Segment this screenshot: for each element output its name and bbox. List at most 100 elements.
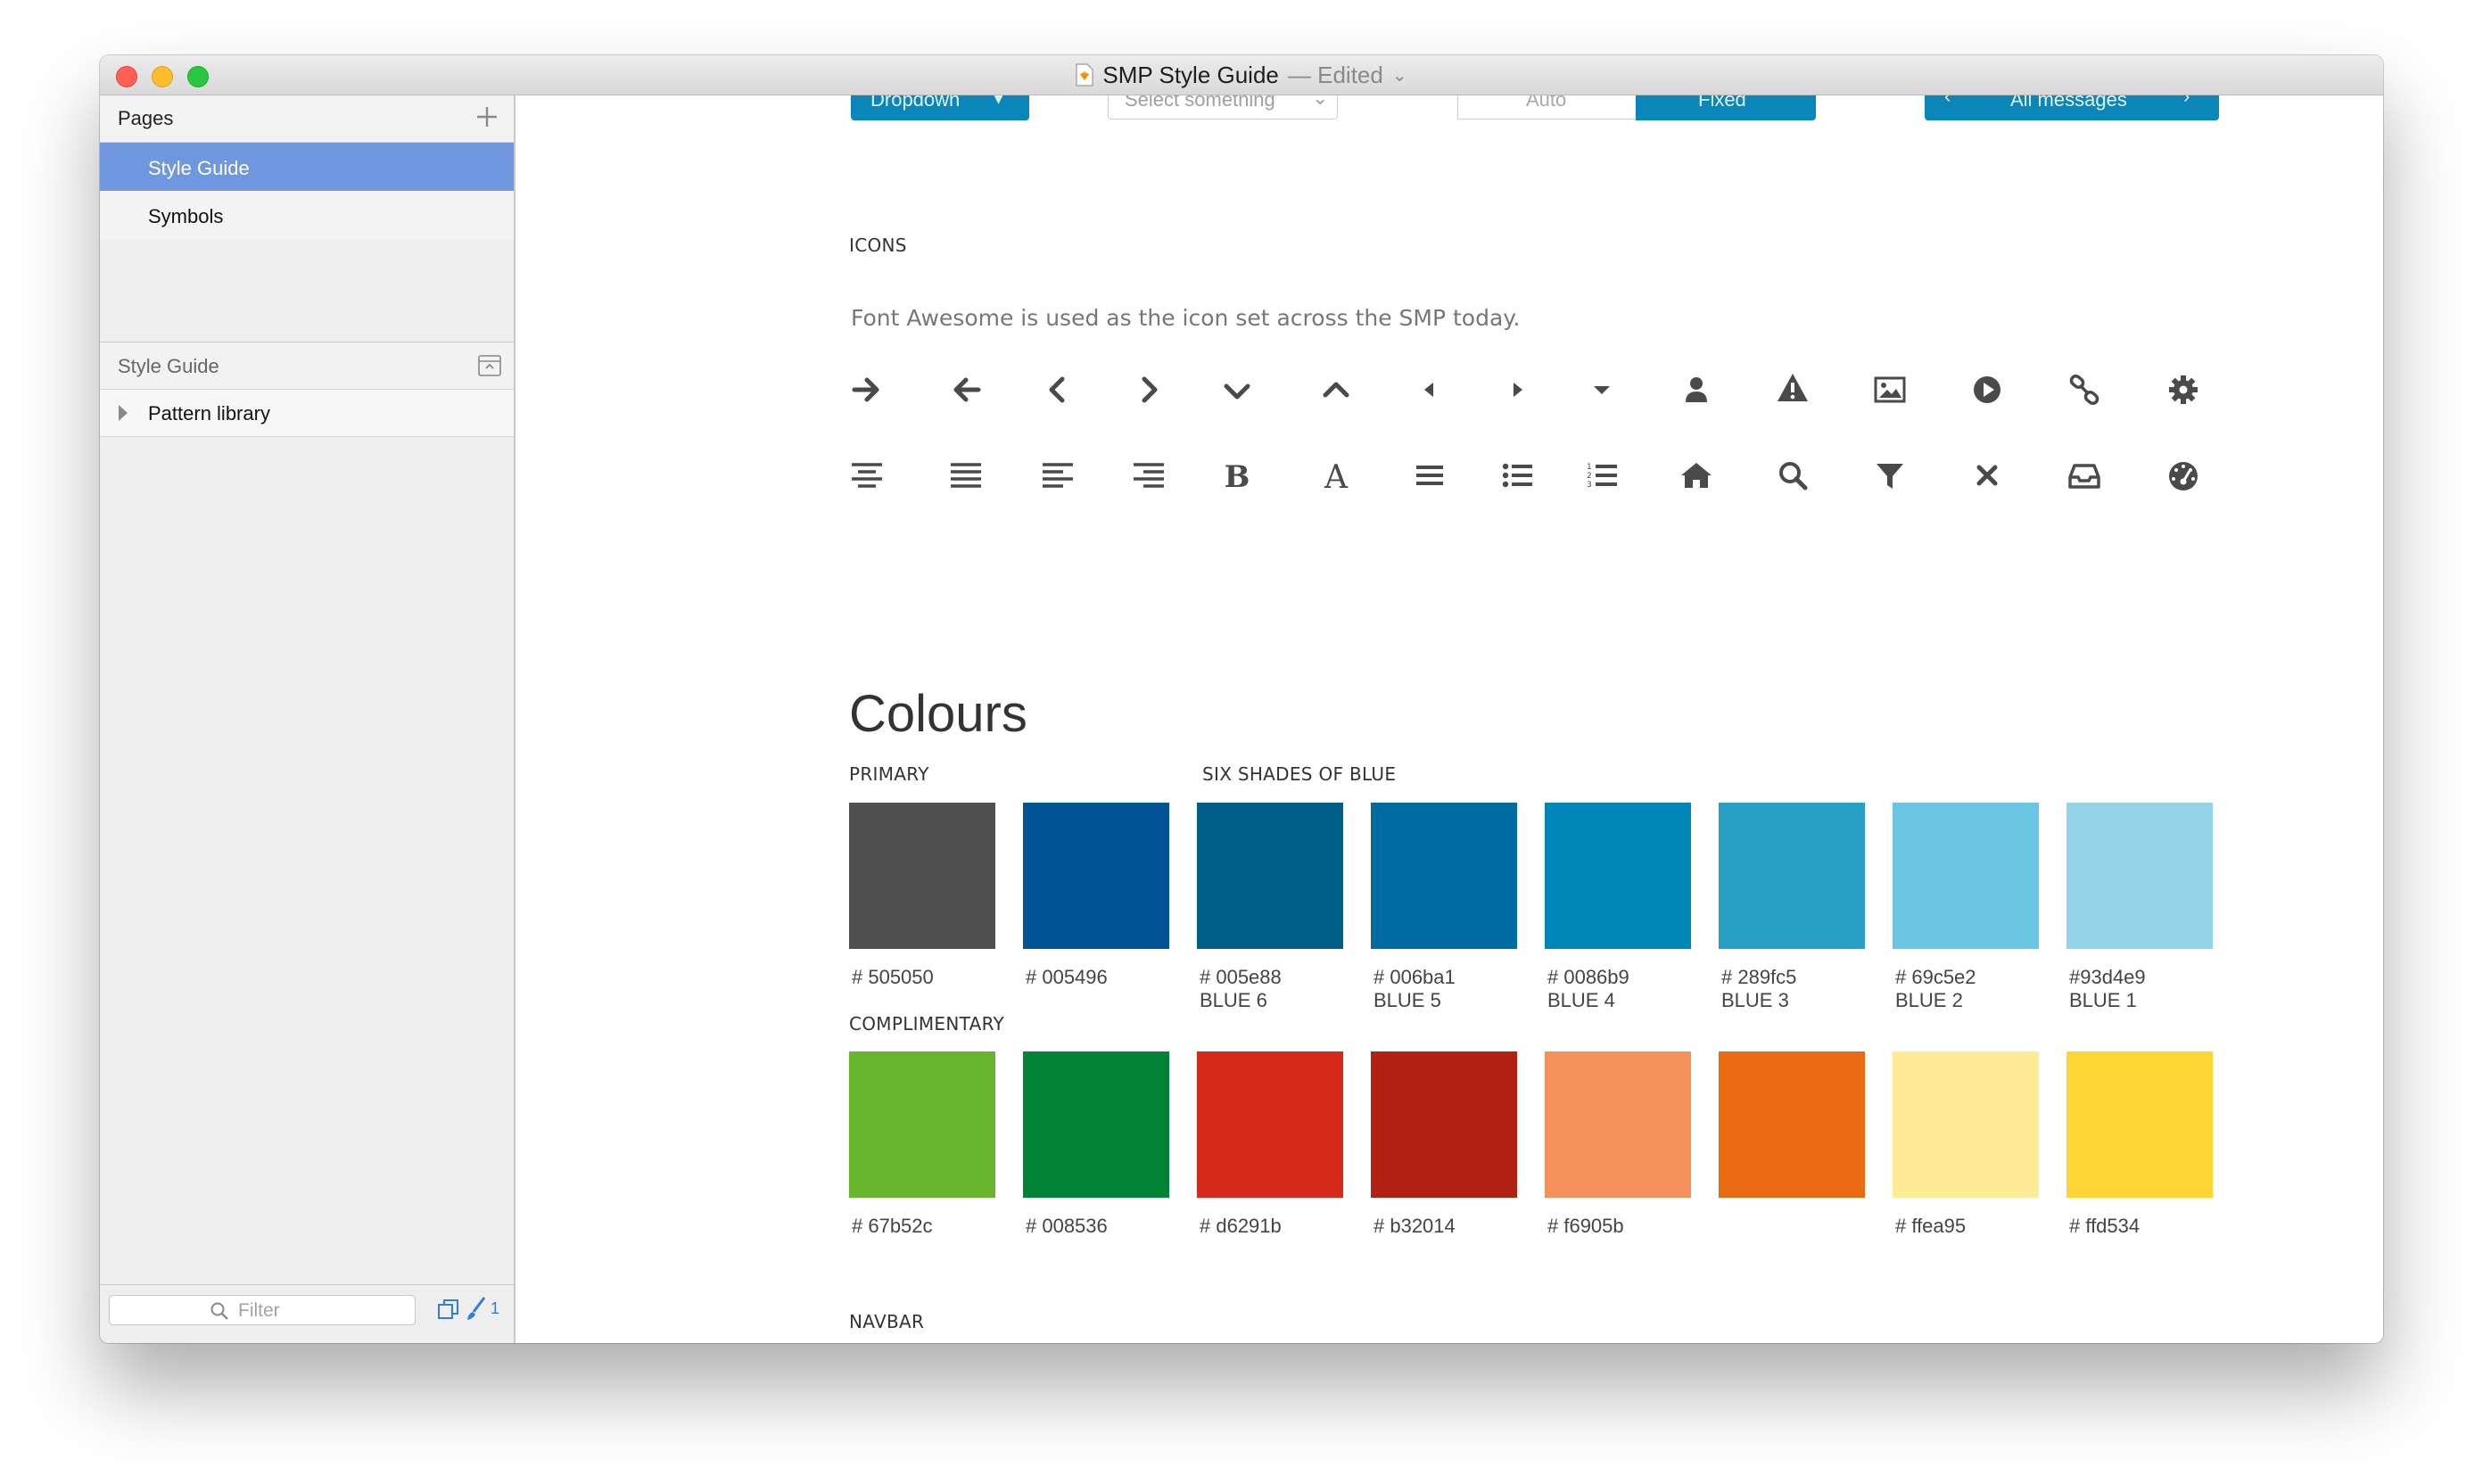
chevron-down-icon: ⌄ bbox=[1391, 65, 1407, 86]
color-swatch[interactable] bbox=[1371, 803, 1517, 949]
search-icon bbox=[210, 1302, 228, 1320]
align-left-icon bbox=[1040, 458, 1076, 493]
svg-text:A: A bbox=[1324, 459, 1349, 493]
color-swatch[interactable] bbox=[1545, 1051, 1691, 1198]
segment-auto-label: Auto bbox=[1526, 95, 1567, 111]
navbar-section-label: NAVBAR bbox=[849, 1311, 925, 1332]
color-swatch[interactable] bbox=[1893, 1051, 2039, 1198]
align-right-icon bbox=[1131, 458, 1167, 493]
swatch-hex-label: #93d4e9 bbox=[2069, 966, 2146, 988]
home-icon bbox=[1679, 458, 1714, 493]
select-field[interactable]: Select something ⌄ bbox=[1108, 95, 1338, 120]
copy-icon[interactable] bbox=[437, 1298, 460, 1321]
sketch-document-icon bbox=[1076, 63, 1093, 87]
disclosure-triangle-icon[interactable] bbox=[118, 404, 128, 422]
align-center-icon bbox=[849, 458, 885, 493]
swatch-hex-label: # 006ba1 bbox=[1373, 966, 1456, 988]
colours-heading: Colours bbox=[849, 685, 1027, 743]
color-swatch[interactable] bbox=[2066, 803, 2213, 949]
swatch-name-label: BLUE 2 bbox=[1895, 989, 1963, 1011]
color-swatch[interactable] bbox=[1197, 803, 1343, 949]
page-item-symbols[interactable]: Symbols bbox=[100, 191, 514, 239]
color-swatch[interactable] bbox=[849, 1051, 995, 1198]
list-ul-icon bbox=[1499, 458, 1535, 493]
chevron-down-icon: ⌄ bbox=[1312, 95, 1329, 109]
caret-left-icon bbox=[1412, 372, 1448, 408]
layers-title: Style Guide bbox=[118, 355, 219, 377]
message-pager[interactable]: ‹ All messages › bbox=[1925, 95, 2219, 120]
blue-shades-label: SIX SHADES OF BLUE bbox=[1202, 763, 1397, 785]
swatch-name-label: BLUE 6 bbox=[1200, 989, 1267, 1011]
filter-input[interactable]: Filter bbox=[109, 1295, 416, 1325]
caret-down-icon bbox=[1584, 372, 1620, 408]
layer-label: Pattern library bbox=[148, 402, 270, 425]
primary-label: PRIMARY bbox=[849, 763, 929, 785]
swatch-hex-label: # 69c5e2 bbox=[1895, 966, 1976, 988]
color-swatch[interactable] bbox=[849, 803, 995, 949]
plus-icon[interactable] bbox=[474, 104, 499, 129]
page-item-label: Style Guide bbox=[148, 157, 250, 179]
arrow-right-icon bbox=[849, 372, 885, 408]
pages-list-empty-area bbox=[100, 239, 514, 342]
complimentary-label: COMPLIMENTARY bbox=[849, 1013, 1004, 1035]
image-icon bbox=[1872, 372, 1908, 408]
svg-text:1: 1 bbox=[1587, 463, 1592, 472]
close-icon bbox=[1969, 458, 2005, 493]
icons-section-label: ICONS bbox=[849, 235, 907, 256]
swatch-hex-label: # d6291b bbox=[1200, 1215, 1282, 1237]
page-item-label: Symbols bbox=[148, 205, 224, 227]
swatch-hex-label: # 005e88 bbox=[1200, 966, 1282, 988]
swatch-hex-label: # f6905b bbox=[1547, 1215, 1624, 1237]
page-item-style-guide[interactable]: Style Guide bbox=[100, 143, 514, 191]
swatch-hex-label: # 0086b9 bbox=[1547, 966, 1629, 988]
dropdown-button[interactable]: Dropdown ▾ bbox=[851, 95, 1029, 120]
inbox-icon bbox=[2066, 458, 2102, 493]
user-icon bbox=[1679, 372, 1714, 408]
bars-icon bbox=[1412, 458, 1448, 493]
gear-icon bbox=[2165, 372, 2201, 408]
swatch-name-label: BLUE 5 bbox=[1373, 989, 1441, 1011]
sidebar: Pages Style Guide Symbols Style Guide Pa… bbox=[100, 95, 516, 1343]
color-swatch[interactable] bbox=[1371, 1051, 1517, 1198]
color-swatch[interactable] bbox=[1893, 803, 2039, 949]
color-swatch[interactable] bbox=[1023, 803, 1169, 949]
chevron-up-icon bbox=[1318, 372, 1354, 408]
swatch-name-label: BLUE 3 bbox=[1721, 989, 1789, 1011]
color-swatch[interactable] bbox=[1545, 803, 1691, 949]
color-swatch[interactable] bbox=[2066, 1051, 2213, 1198]
bold-icon: B bbox=[1219, 458, 1255, 493]
swatch-hex-label: # 008536 bbox=[1026, 1215, 1108, 1237]
layers-header: Style Guide bbox=[100, 342, 514, 390]
chevron-right-icon[interactable]: › bbox=[2183, 95, 2190, 108]
title-bar: SMP Style Guide — Edited ⌄ bbox=[100, 55, 2383, 95]
color-swatch[interactable] bbox=[1719, 803, 1865, 949]
chevron-left-icon[interactable]: ‹ bbox=[1944, 95, 1951, 108]
layer-row-pattern-library[interactable]: Pattern library bbox=[100, 390, 514, 437]
chevron-right-icon bbox=[1131, 372, 1167, 408]
search-icon bbox=[1775, 458, 1811, 493]
swatch-hex-label: # 67b52c bbox=[852, 1215, 933, 1237]
pages-header: Pages bbox=[100, 95, 514, 143]
select-placeholder: Select something bbox=[1125, 95, 1275, 111]
window-title[interactable]: SMP Style Guide — Edited ⌄ bbox=[100, 55, 2383, 95]
swatch-hex-label: # 505050 bbox=[852, 966, 934, 988]
font-icon: A bbox=[1318, 458, 1354, 493]
segment-auto[interactable]: Auto bbox=[1457, 95, 1637, 120]
pager-label: All messages bbox=[2010, 95, 2127, 111]
app-window: SMP Style Guide — Edited ⌄ Pages Style G… bbox=[100, 55, 2383, 1343]
canvas[interactable]: Dropdown ▾ Select something ⌄ Auto Fixed… bbox=[516, 95, 2383, 1343]
brush-icon[interactable] bbox=[466, 1296, 487, 1321]
segment-fixed[interactable]: Fixed bbox=[1636, 95, 1816, 120]
collapse-layers-icon[interactable] bbox=[478, 355, 501, 376]
color-swatch[interactable] bbox=[1719, 1051, 1865, 1198]
dashboard-icon bbox=[2165, 458, 2201, 493]
swatch-hex-label: # 289fc5 bbox=[1721, 966, 1797, 988]
svg-text:3: 3 bbox=[1587, 481, 1592, 490]
swatch-name-label: BLUE 4 bbox=[1547, 989, 1615, 1011]
color-swatch[interactable] bbox=[1197, 1051, 1343, 1198]
color-swatch[interactable] bbox=[1023, 1051, 1169, 1198]
document-status: — Edited bbox=[1287, 61, 1383, 88]
play-circle-icon bbox=[1969, 372, 2005, 408]
filter-icon bbox=[1872, 458, 1908, 493]
chevron-down-icon bbox=[1219, 374, 1255, 409]
